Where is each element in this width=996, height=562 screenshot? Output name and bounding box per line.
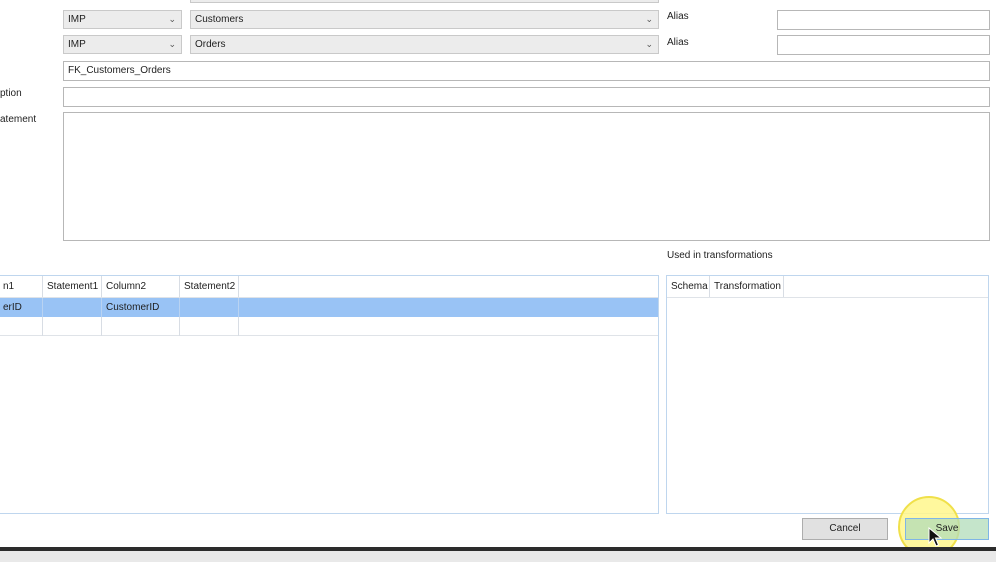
- grid-cell[interactable]: [43, 317, 102, 336]
- grid-cell[interactable]: [180, 317, 239, 336]
- description-input[interactable]: [63, 87, 990, 107]
- cancel-button[interactable]: Cancel: [802, 518, 888, 540]
- source-schema-dropdown[interactable]: IMP ⌄: [63, 10, 182, 29]
- window-bottom-shadow: [0, 551, 996, 562]
- target-alias-label: Alias: [667, 37, 689, 48]
- columns-grid[interactable]: n1 Statement1 Column2 Statement2 erID Cu…: [0, 275, 659, 514]
- chevron-down-icon: ⌄: [645, 14, 653, 24]
- grid-cell[interactable]: [180, 298, 239, 317]
- grid-cell[interactable]: [0, 317, 43, 336]
- grid-header-statement2[interactable]: Statement2: [180, 276, 239, 297]
- grid-header-column1[interactable]: n1: [0, 276, 43, 297]
- description-label: ption: [0, 88, 22, 99]
- chevron-down-icon: ⌄: [168, 39, 176, 49]
- chevron-down-icon: ⌄: [645, 39, 653, 49]
- table-row[interactable]: [0, 317, 658, 336]
- relationship-name-input[interactable]: FK_Customers_Orders: [63, 61, 990, 81]
- grid-cell[interactable]: [102, 317, 180, 336]
- mouse-pointer-icon: [928, 527, 942, 547]
- top-edge-field: [190, 0, 659, 3]
- grid-cell[interactable]: erID: [0, 298, 43, 317]
- grid-header-divider: [667, 297, 988, 298]
- grid-header-statement1[interactable]: Statement1: [43, 276, 102, 297]
- grid-cell[interactable]: CustomerID: [102, 298, 180, 317]
- grid-header-column2[interactable]: Column2: [102, 276, 180, 297]
- grid-header-schema[interactable]: Schema: [667, 276, 710, 297]
- transformations-grid[interactable]: Schema Transformation: [666, 275, 989, 514]
- save-button[interactable]: Save: [905, 518, 989, 540]
- grid-cell[interactable]: [43, 298, 102, 317]
- target-alias-input[interactable]: [777, 35, 990, 55]
- grid-header-transformation[interactable]: Transformation: [710, 276, 784, 297]
- source-alias-label: Alias: [667, 11, 689, 22]
- target-table-dropdown[interactable]: Orders ⌄: [190, 35, 659, 54]
- chevron-down-icon: ⌄: [168, 14, 176, 24]
- target-table-value: Orders: [195, 39, 226, 50]
- target-schema-value: IMP: [68, 39, 86, 50]
- source-alias-input[interactable]: [777, 10, 990, 30]
- source-table-value: Customers: [195, 14, 244, 25]
- source-table-dropdown[interactable]: Customers ⌄: [190, 10, 659, 29]
- source-schema-value: IMP: [68, 14, 86, 25]
- statement-label: atement: [0, 114, 37, 125]
- table-row-selected[interactable]: erID CustomerID: [0, 298, 658, 317]
- statement-textarea[interactable]: [63, 112, 990, 241]
- target-schema-dropdown[interactable]: IMP ⌄: [63, 35, 182, 54]
- transformations-title: Used in transformations: [667, 250, 773, 261]
